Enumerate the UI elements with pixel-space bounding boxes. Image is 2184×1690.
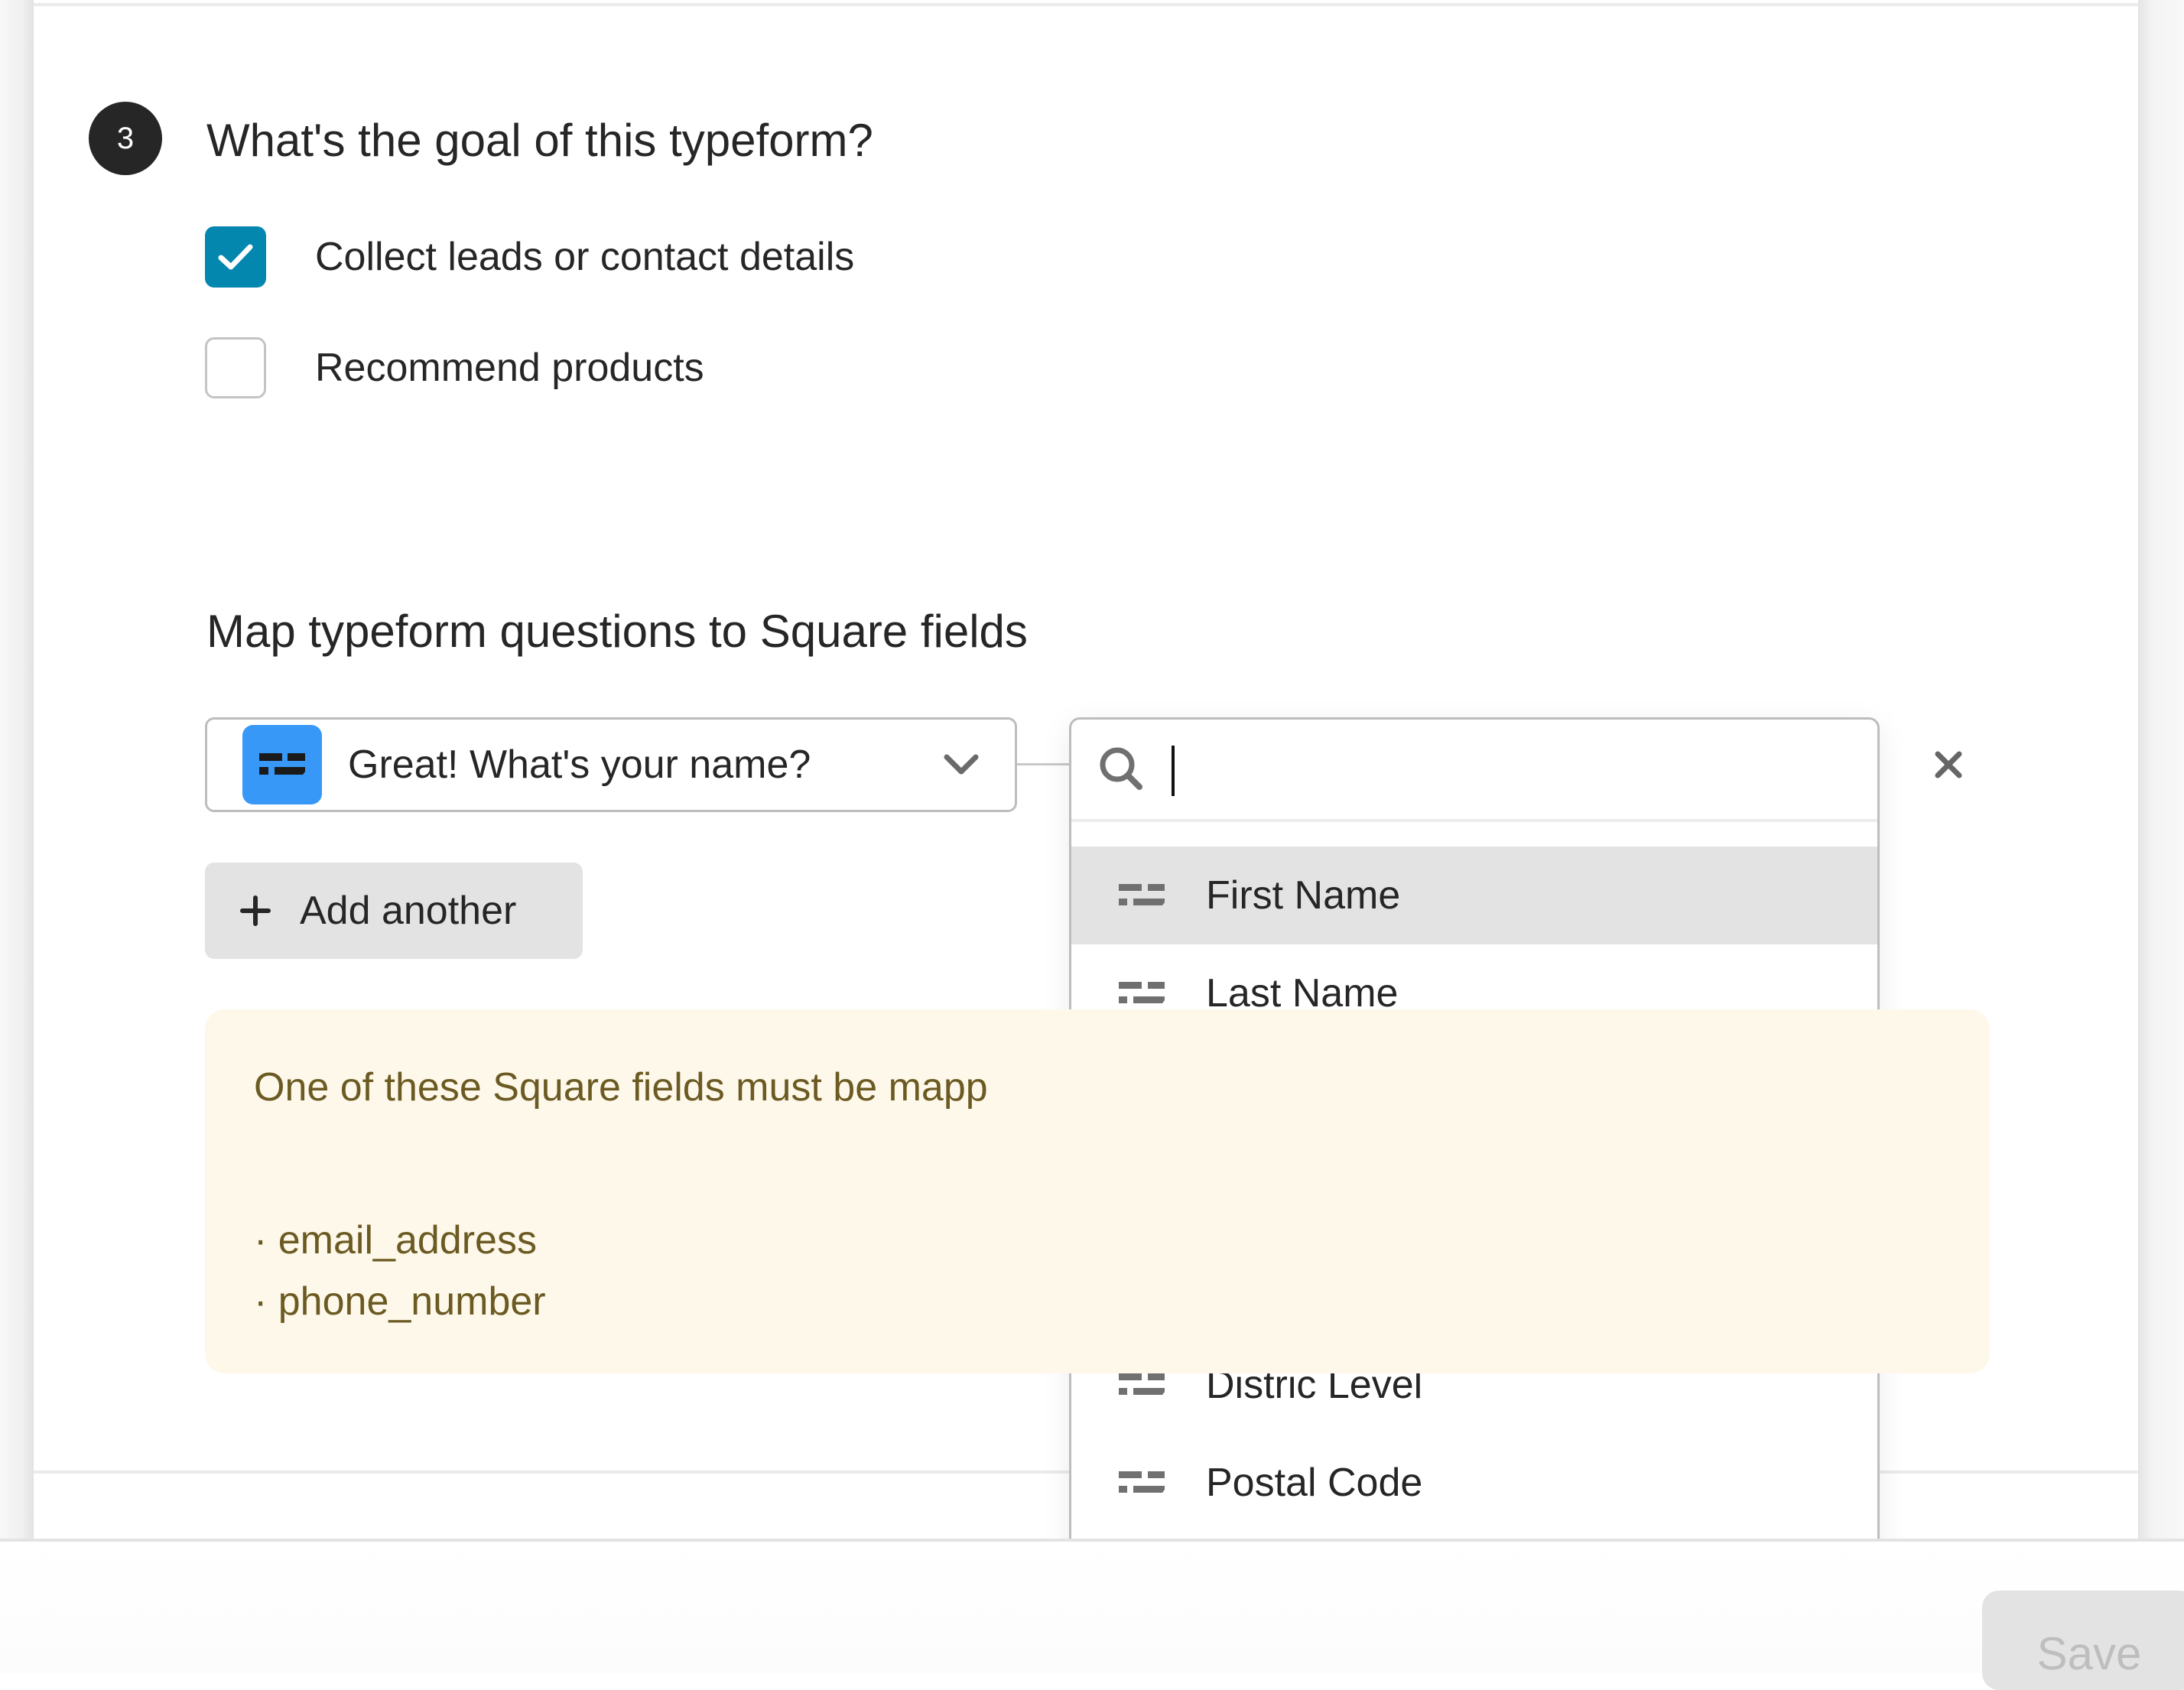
step-number-badge: 3 xyxy=(89,102,162,175)
field-search-row xyxy=(1071,720,1877,817)
required-fields-warning: One of these Square fields must be mapp … xyxy=(205,1009,1990,1373)
close-icon xyxy=(1935,751,1962,778)
short-text-icon xyxy=(242,725,322,804)
short-text-icon xyxy=(1119,1471,1165,1494)
card-top-divider xyxy=(34,3,2138,6)
text-cursor xyxy=(1172,746,1175,796)
plus-icon xyxy=(240,895,271,926)
selected-question-label: Great! What's your name? xyxy=(348,743,811,787)
recommend-products-label: Recommend products xyxy=(315,346,704,390)
add-another-label: Add another xyxy=(300,889,517,933)
left-gutter xyxy=(0,0,34,1539)
collect-leads-label: Collect leads or contact details xyxy=(315,235,855,279)
question-heading: What's the goal of this typeform? xyxy=(206,115,873,166)
footer-bar xyxy=(0,1542,2184,1673)
short-text-icon xyxy=(1119,884,1165,907)
add-another-button[interactable]: Add another xyxy=(205,863,583,959)
field-search-input[interactable] xyxy=(1151,737,1827,800)
step-number: 3 xyxy=(116,121,135,155)
field-option-label: Postal Code xyxy=(1206,1461,1423,1505)
field-option-label: First Name xyxy=(1206,873,1401,918)
collect-leads-checkbox[interactable] xyxy=(205,226,266,288)
save-label: Save xyxy=(2036,1628,2142,1679)
required-field-item: · phone_number xyxy=(254,1279,546,1324)
short-text-icon xyxy=(1119,982,1165,1005)
mapping-connector-line xyxy=(1017,763,1069,765)
right-gutter xyxy=(2138,0,2184,1539)
goal-option-recommend-products[interactable]: Recommend products xyxy=(205,337,704,398)
field-option-postal-code[interactable]: Postal Code xyxy=(1071,1434,1877,1532)
required-field-item: · email_address xyxy=(254,1218,537,1263)
remove-mapping-button[interactable] xyxy=(1929,745,1968,785)
goal-option-collect-leads[interactable]: Collect leads or contact details xyxy=(205,226,854,288)
chevron-down-icon[interactable] xyxy=(938,742,984,788)
mapping-section-title: Map typeform questions to Square fields xyxy=(206,606,1028,657)
recommend-products-checkbox[interactable] xyxy=(205,337,266,398)
typeform-question-select[interactable]: Great! What's your name? xyxy=(205,717,1017,812)
checkmark-icon xyxy=(218,244,253,270)
field-option-first-name[interactable]: First Name xyxy=(1071,847,1877,944)
search-icon xyxy=(1094,742,1148,795)
save-button[interactable]: Save xyxy=(1982,1591,2184,1690)
warning-title: One of these Square fields must be mapp xyxy=(254,1065,988,1110)
short-text-icon xyxy=(1119,1373,1165,1396)
search-divider xyxy=(1071,819,1877,822)
required-field-list: · email_address · phone_number xyxy=(254,1210,546,1332)
